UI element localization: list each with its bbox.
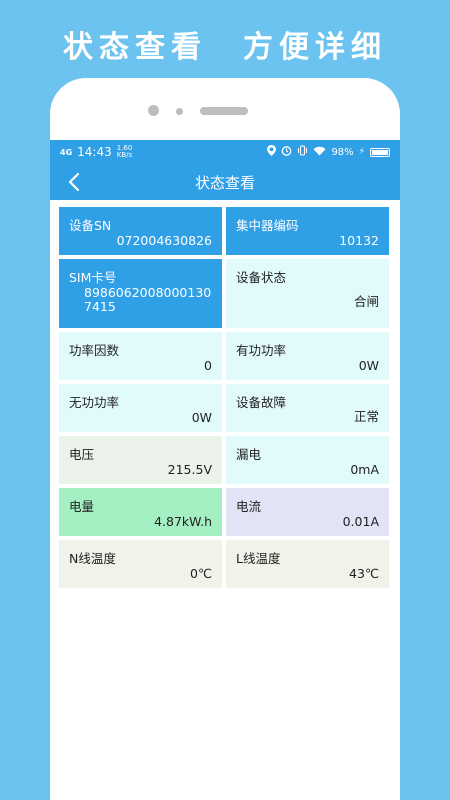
cell-label: 电流 bbox=[236, 499, 262, 514]
cell-sim-number: SIM卡号 89860620080001307415 bbox=[59, 259, 222, 328]
cell-value: 0℃ bbox=[190, 566, 212, 581]
cell-value: 正常 bbox=[353, 409, 379, 424]
cell-energy: 电量 4.87kW.h bbox=[59, 488, 222, 536]
cell-device-sn: 设备SN 072004630826 bbox=[59, 207, 222, 255]
location-icon bbox=[267, 145, 277, 159]
back-button[interactable] bbox=[62, 170, 86, 194]
net-speed-unit: KB/s bbox=[116, 151, 133, 159]
earpiece-speaker bbox=[200, 107, 248, 115]
cell-voltage: 电压 215.5V bbox=[59, 436, 222, 484]
cell-value: 4.87kW.h bbox=[154, 514, 212, 529]
cell-label: 集中器编码 bbox=[236, 218, 299, 233]
cell-value: 0.01A bbox=[342, 514, 379, 529]
promo-title: 状态查看 方便详细 bbox=[63, 30, 387, 65]
cell-value: 0 bbox=[204, 358, 212, 373]
cell-n-line-temp: N线温度 0℃ bbox=[59, 540, 222, 588]
back-arrow-icon bbox=[68, 172, 80, 192]
phone-frame: 4G 14:43 1.60 KB/s 98% ⚡ 状态查看 设备SN 07200… bbox=[50, 78, 400, 800]
status-time: 14:43 bbox=[77, 145, 112, 159]
cell-label: 功率因数 bbox=[69, 343, 120, 358]
cell-l-line-temp: L线温度 43℃ bbox=[226, 540, 389, 588]
proximity-sensor bbox=[176, 108, 183, 115]
cell-value: 215.5V bbox=[167, 462, 212, 477]
app-screen: 4G 14:43 1.60 KB/s 98% ⚡ 状态查看 设备SN 07200… bbox=[50, 140, 400, 800]
cell-value: 43℃ bbox=[349, 566, 379, 581]
charging-icon: ⚡ bbox=[358, 147, 365, 157]
cell-value: 0W bbox=[358, 358, 379, 373]
cell-label: N线温度 bbox=[69, 551, 116, 566]
vibrate-icon bbox=[297, 145, 308, 159]
cell-reactive-power: 无功功率 0W bbox=[59, 384, 222, 432]
cell-label: L线温度 bbox=[236, 551, 281, 566]
status-grid: 设备SN 072004630826 集中器编码 10132 SIM卡号 8986… bbox=[50, 200, 400, 588]
cell-value: 0mA bbox=[350, 462, 379, 477]
signal-indicator: 4G bbox=[60, 147, 73, 157]
cell-value: 10132 bbox=[339, 233, 379, 248]
phone-top-bezel bbox=[50, 78, 400, 140]
cell-value: 合闸 bbox=[353, 294, 379, 309]
alarm-icon bbox=[281, 145, 292, 159]
cell-device-state: 设备状态 合闸 bbox=[226, 259, 389, 328]
battery-percentage: 98% bbox=[331, 146, 354, 158]
cell-label: SIM卡号 bbox=[69, 270, 117, 285]
nav-bar: 状态查看 bbox=[50, 164, 400, 200]
front-camera bbox=[148, 105, 159, 116]
cell-leakage: 漏电 0mA bbox=[226, 436, 389, 484]
cell-value: 0W bbox=[191, 410, 212, 425]
cell-label: 设备SN bbox=[69, 218, 112, 233]
cell-current: 电流 0.01A bbox=[226, 488, 389, 536]
cell-power-factor: 功率因数 0 bbox=[59, 332, 222, 380]
cell-device-fault: 设备故障 正常 bbox=[226, 384, 389, 432]
net-speed: 1.60 KB/s bbox=[117, 145, 133, 159]
cell-label: 有功功率 bbox=[236, 343, 287, 358]
cell-label: 漏电 bbox=[236, 447, 262, 462]
cell-concentrator-code: 集中器编码 10132 bbox=[226, 207, 389, 255]
cell-label: 电量 bbox=[69, 499, 95, 514]
page-title: 状态查看 bbox=[194, 173, 255, 192]
cell-active-power: 有功功率 0W bbox=[226, 332, 389, 380]
cell-label: 设备状态 bbox=[236, 270, 287, 285]
cell-label: 电压 bbox=[69, 447, 95, 462]
status-bar: 4G 14:43 1.60 KB/s 98% ⚡ bbox=[50, 140, 400, 164]
cell-label: 无功功率 bbox=[69, 395, 120, 410]
cell-value: 89860620080001307415 bbox=[84, 285, 212, 314]
cell-value: 072004630826 bbox=[116, 233, 212, 248]
wifi-icon bbox=[313, 146, 326, 159]
battery-icon bbox=[370, 147, 390, 157]
